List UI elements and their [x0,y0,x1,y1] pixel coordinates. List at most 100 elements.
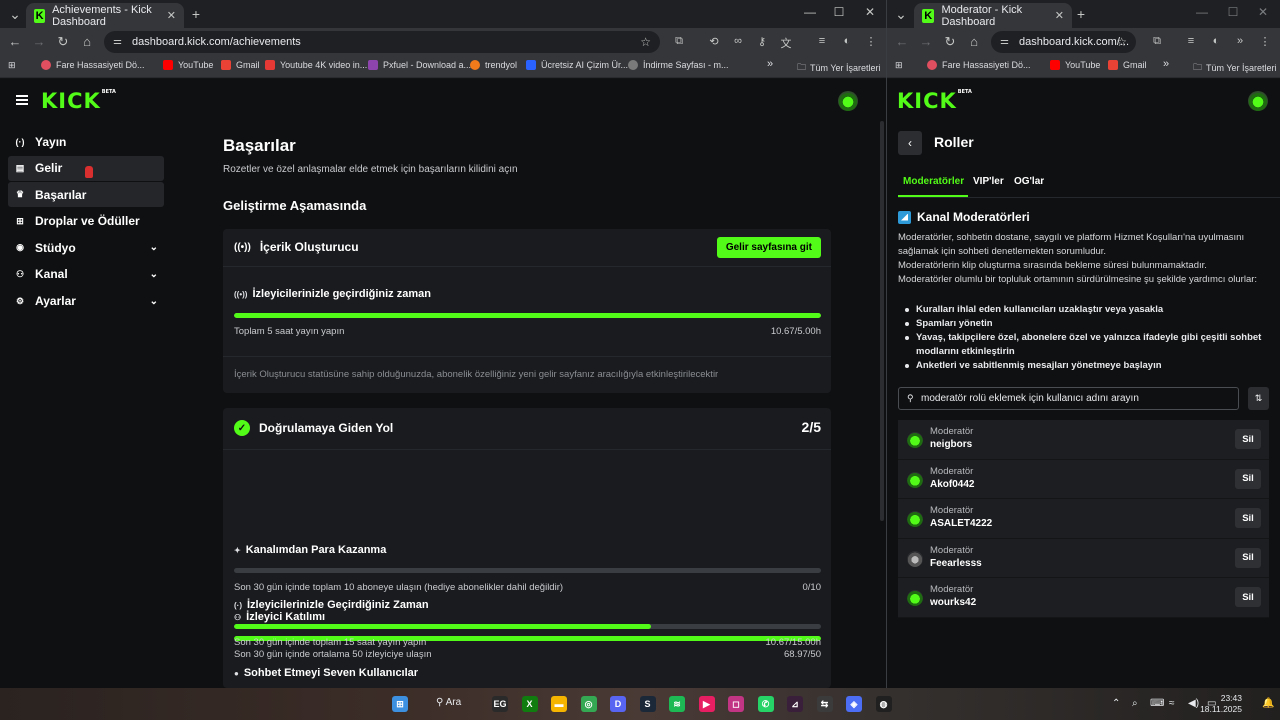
history-icon[interactable]: ⟲ [707,35,721,48]
home-icon[interactable]: ⌂ [966,34,982,49]
forward-icon[interactable]: → [918,34,934,49]
reading-list-icon[interactable]: ≡ [1184,35,1198,47]
profile-icon[interactable]: ◐ [840,35,854,47]
network-icon[interactable]: ⌨ [1150,698,1164,709]
more-bookmarks-icon[interactable]: » [767,58,773,70]
tab-search-icon[interactable]: ⌄ [5,5,25,23]
bookmark-2[interactable]: YouTube [163,60,213,70]
wifi-icon[interactable]: ≈ [1169,698,1175,709]
bookmark-1[interactable]: Fare Hassasiyeti Dö... [41,60,145,70]
bookmark-4[interactable]: Youtube 4K video in... [265,60,367,70]
whatsapp-icon[interactable]: ✆ [757,696,774,712]
tab-achievements[interactable]: K Achievements - Kick Dashboard ✕ [26,3,184,28]
minimize-icon[interactable]: — [802,5,818,19]
chrome-icon[interactable]: ◎ [580,696,597,712]
kick-logo[interactable]: KICKBETA [897,89,972,113]
sort-button[interactable]: ⇅ [1248,387,1269,410]
close-window-icon[interactable]: ✕ [1255,5,1271,19]
minimize-icon[interactable]: — [1194,5,1210,19]
bookmark-3[interactable]: Gmail [221,60,260,70]
obs-icon[interactable]: ◍ [875,696,892,712]
all-bookmarks-folder[interactable]: 🗀 Tüm Yer İşaretleri [1193,60,1277,76]
maximize-icon[interactable]: ☐ [831,5,847,19]
kick-logo[interactable]: KICKBETA [41,89,116,113]
tab-moderators[interactable]: Moderatörler [903,176,964,187]
extensions-icon[interactable]: ⧉ [672,35,686,48]
sidebar-item-droplar[interactable]: ⊞ Droplar ve Ödüller [8,209,164,234]
file-explorer-icon[interactable]: ▬ [551,696,567,712]
chevron-down-icon[interactable]: ⌄ [150,296,158,307]
more-tools-icon[interactable]: » [1233,35,1247,47]
reload-icon[interactable]: ↻ [942,34,958,50]
remove-moderator-button[interactable]: Sil [1235,468,1261,489]
vpn-icon[interactable]: ⇆ [816,696,833,712]
sidebar-item-yayin[interactable]: (·) Yayın [8,129,164,154]
tab-ogs[interactable]: OG'lar [1014,176,1044,187]
sidebar-item-studyo[interactable]: ◉ Stüdyo ⌄ [8,235,164,260]
address-bar[interactable]: ⚌ dashboard.kick.com/achievements ☆ [104,31,660,53]
instagram-icon[interactable]: ◻ [728,696,744,712]
menu-icon[interactable]: ⋮ [1258,35,1272,48]
user-avatar[interactable] [838,91,858,111]
windows-start-icon[interactable]: ⊞ [392,696,408,712]
maximize-icon[interactable]: ☐ [1225,5,1241,19]
site-info-icon[interactable]: ⚌ [113,36,122,47]
chevron-down-icon[interactable]: ⌄ [150,269,158,280]
menu-icon[interactable]: ⋮ [864,35,878,48]
discord-icon[interactable]: D [610,696,626,712]
address-bar[interactable]: ⚌ dashboard.kick.com/... ☆ [991,31,1136,53]
tab-search-icon[interactable]: ⌄ [891,5,911,23]
all-bookmarks-folder[interactable]: 🗀 Tüm Yer İşaretleri [797,60,881,76]
notification-bell-icon[interactable]: 🔔 [1262,698,1274,709]
extensions-icon[interactable]: ⧉ [1150,35,1164,48]
more-bookmarks-icon[interactable]: » [1163,58,1169,70]
bookmark-1[interactable]: Fare Hassasiyeti Dö... [927,60,1031,70]
epic-games-icon[interactable]: EG [492,696,508,712]
reload-icon[interactable]: ↻ [55,34,71,50]
bookmark-7[interactable]: Ücretsiz AI Çizim Ür... [526,60,628,70]
home-icon[interactable]: ⌂ [79,34,95,49]
editor-icon[interactable]: ⊿ [787,696,803,712]
site-info-icon[interactable]: ⚌ [1000,36,1009,47]
back-button[interactable]: ‹ [898,131,922,155]
apps-grid-icon[interactable]: ⊞ [895,60,903,71]
user-avatar[interactable] [1248,91,1268,111]
bookmark-6[interactable]: trendyol [470,60,517,70]
nvidia-icon[interactable]: ◈ [846,696,862,712]
taskbar-search[interactable]: ⚲ Ara [436,697,461,708]
lock-icon[interactable]: ⌕ [1132,698,1138,709]
remove-moderator-button[interactable]: Sil [1235,547,1261,568]
media-player-icon[interactable]: ▶ [698,696,715,712]
tab-moderator[interactable]: K Moderator - Kick Dashboard ✕ [914,3,1072,28]
hamburger-menu-icon[interactable] [16,95,28,105]
bookmark-star-icon[interactable]: ☆ [640,35,651,49]
bookmark-2[interactable]: YouTube [1050,60,1100,70]
chevron-up-icon[interactable]: ⌃ [1112,698,1120,709]
bookmark-3[interactable]: Gmail [1108,60,1147,70]
spotify-icon[interactable]: ≋ [669,696,685,712]
remove-moderator-button[interactable]: Sil [1235,587,1261,608]
sidebar-item-ayarlar[interactable]: ⚙ Ayarlar ⌄ [8,289,164,314]
remove-moderator-button[interactable]: Sil [1235,508,1261,529]
clock[interactable]: 23:43 18.11.2025 [1200,693,1242,715]
xbox-icon[interactable]: X [521,696,538,712]
tab-vips[interactable]: VIP'ler [973,176,1004,187]
page-scrollbar[interactable] [880,121,884,521]
remove-moderator-button[interactable]: Sil [1235,429,1261,449]
close-tab-icon[interactable]: ✕ [1055,9,1064,22]
link-icon[interactable]: ∞ [731,35,745,47]
bookmark-star-icon[interactable]: ☆ [1116,35,1127,49]
moderator-search-input[interactable]: ⚲ moderatör rolü eklemek için kullanıcı … [898,387,1239,410]
chevron-down-icon[interactable]: ⌄ [150,242,158,253]
new-tab-icon[interactable]: + [1071,5,1091,23]
translate-icon[interactable]: 文 [779,35,793,51]
volume-icon[interactable]: ◀) [1188,698,1199,709]
steam-icon[interactable]: S [639,696,656,712]
sidebar-item-kanal[interactable]: ⚇ Kanal ⌄ [8,262,164,287]
forward-icon[interactable]: → [31,34,47,49]
bookmark-8[interactable]: İndirme Sayfası - m... [628,60,729,70]
sidebar-item-basarilar[interactable]: ♛ Başarılar [8,182,164,208]
close-window-icon[interactable]: ✕ [862,5,878,19]
profile-icon[interactable]: ◐ [1209,35,1223,47]
close-tab-icon[interactable]: ✕ [167,9,176,22]
